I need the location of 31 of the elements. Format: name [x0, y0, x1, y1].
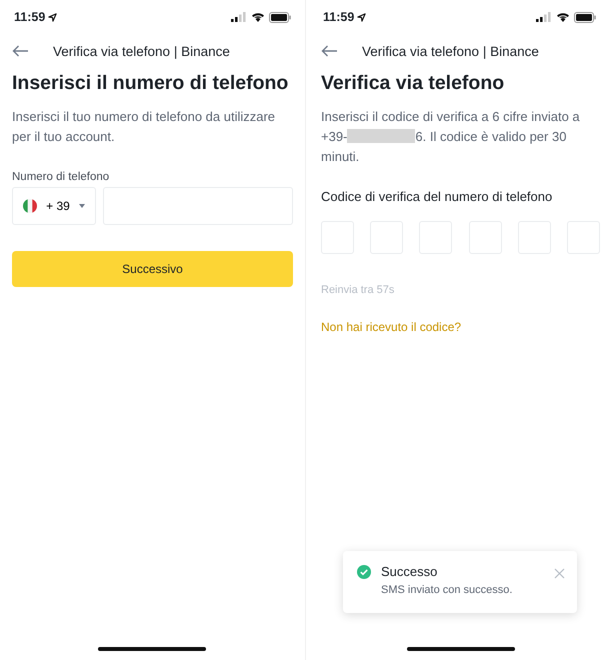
- check-circle-icon: [357, 565, 371, 579]
- wifi-icon: [556, 12, 570, 22]
- caret-icon: [79, 204, 85, 208]
- country-code-dropdown[interactable]: + 39: [12, 187, 96, 225]
- description: Inserisci il codice di verifica a 6 cifre inviato a +39- 6. Il codice è valido per 30 minuti.: [321, 108, 581, 166]
- location-arrow-icon: [357, 12, 366, 22]
- description: Inserisci il tuo numero di telefono da utilizzare per il tuo account.: [12, 108, 276, 146]
- battery-icon: [574, 12, 596, 22]
- page-title: Verifica via telefono | Binance: [362, 44, 539, 58]
- field-label: Codice di verifica del numero di telefono: [321, 189, 554, 204]
- next-button[interactable]: Successivo: [12, 251, 293, 287]
- status-time: 11:59: [323, 10, 354, 24]
- home-indicator[interactable]: [98, 647, 206, 651]
- signal-icon: [536, 12, 552, 22]
- location-arrow-icon: [48, 12, 58, 22]
- back-button[interactable]: [321, 45, 338, 57]
- home-indicator[interactable]: [407, 647, 515, 651]
- battery-icon: [269, 12, 291, 22]
- signal-icon: [231, 12, 247, 22]
- toast-title: Successo: [381, 564, 438, 579]
- back-button[interactable]: [12, 45, 29, 57]
- wifi-icon: [251, 12, 265, 22]
- resend-countdown: Reinvia tra 57s: [321, 284, 396, 296]
- heading: Verifica via telefono: [321, 72, 506, 95]
- italy-flag-icon: [23, 199, 37, 213]
- toast-message: SMS inviato con successo.: [381, 584, 514, 596]
- status-time: 11:59: [14, 10, 46, 24]
- heading: Inserisci il numero di telefono: [12, 72, 290, 95]
- page-title: Verifica via telefono | Binance: [53, 44, 230, 58]
- field-label: Numero di telefono: [12, 171, 110, 183]
- close-button[interactable]: [554, 568, 565, 579]
